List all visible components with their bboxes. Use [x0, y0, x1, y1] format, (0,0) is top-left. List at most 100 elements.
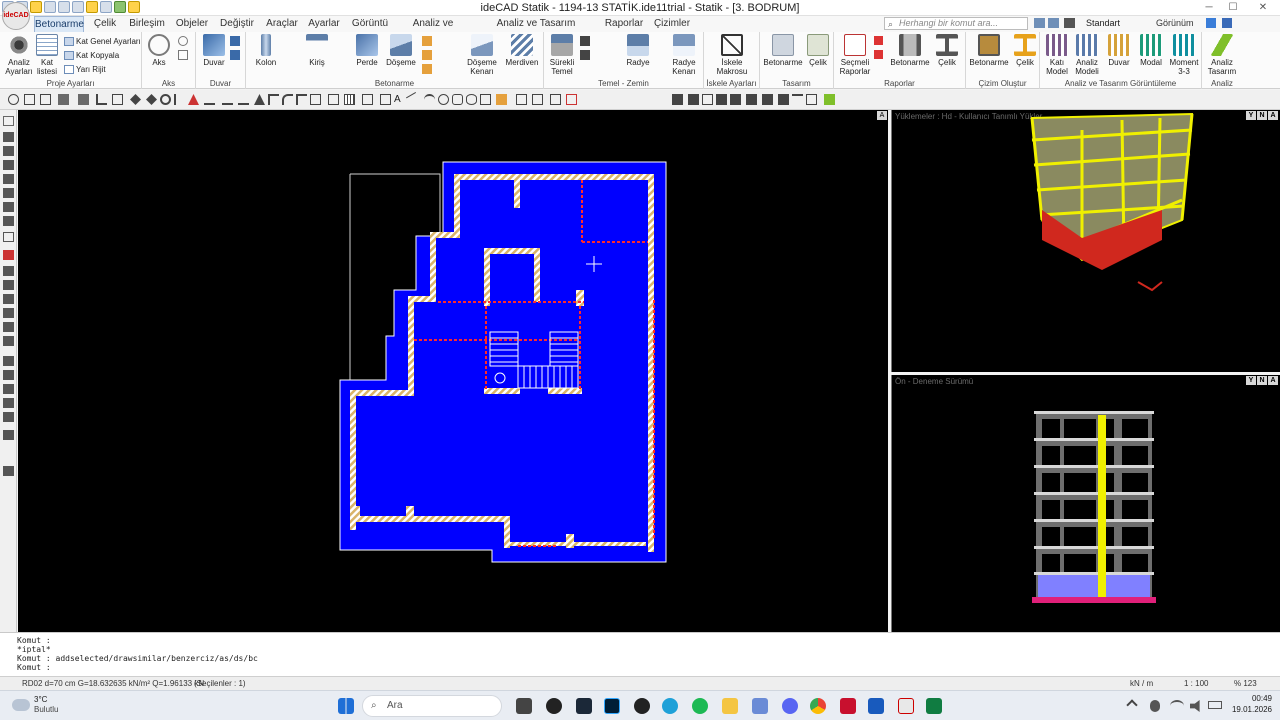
warning-icon[interactable] [188, 94, 199, 105]
windows-start-icon[interactable] [338, 698, 354, 714]
run-analysis-icon[interactable] [824, 94, 835, 105]
text-icon[interactable] [96, 94, 107, 105]
kat-genel-ayarlari-button[interactable]: Kat Genel Ayarları [64, 36, 141, 47]
wifi-icon[interactable] [1170, 700, 1184, 712]
acrobat-icon[interactable] [840, 698, 856, 714]
aks-button[interactable]: Aks [146, 34, 172, 67]
tool-dimension-icon[interactable] [3, 384, 14, 394]
floor-down-icon[interactable] [778, 94, 789, 105]
extend-icon[interactable] [222, 94, 233, 105]
zoom-extents-icon[interactable] [40, 94, 51, 105]
zoom-indicator[interactable]: % 123 [1234, 679, 1257, 688]
close-button[interactable]: ✕ [1252, 1, 1274, 14]
edge-icon[interactable] [662, 698, 678, 714]
tool-mirror-icon[interactable] [3, 174, 14, 184]
dimension-icon[interactable] [362, 94, 373, 105]
radye-kenari-button[interactable]: Radye Kenarı [668, 34, 700, 76]
analiz-ayarlari-button[interactable]: Analiz Ayarları [4, 34, 34, 76]
tool-copy-icon[interactable] [3, 146, 14, 156]
slab-hatch-icon[interactable] [422, 36, 432, 46]
crosshair-icon[interactable] [806, 94, 817, 105]
betonarme-cizim-button[interactable]: Betonarme [968, 34, 1010, 67]
tool-scale-icon[interactable] [3, 188, 14, 198]
pile-icon[interactable] [580, 36, 590, 46]
tool-camera-icon[interactable] [3, 430, 14, 440]
tab-cizimler[interactable]: Çizimler [652, 16, 692, 32]
info-icon[interactable] [1222, 18, 1232, 28]
tool-fillet-icon[interactable] [3, 322, 14, 332]
celik-tasarim-button[interactable]: Çelik [806, 34, 830, 67]
view-menu[interactable]: Görünüm [1156, 18, 1194, 28]
layer-window-icon[interactable] [702, 94, 713, 105]
tool-rotate-icon[interactable] [3, 160, 14, 170]
circle-icon[interactable] [438, 94, 449, 105]
move-icon[interactable] [130, 94, 141, 105]
wall-edit-icon[interactable] [230, 50, 240, 60]
select-icon[interactable] [112, 94, 123, 105]
celik-cizim-button[interactable]: Çelik [1012, 34, 1038, 67]
kolon-button[interactable]: Kolon [252, 34, 280, 67]
3d-viewport[interactable]: Yüklemeler : Hd - Kullanıcı Tanımlı Yükl… [891, 110, 1280, 372]
tab-celik[interactable]: Çelik [88, 16, 122, 32]
tool-trim-icon[interactable] [3, 216, 14, 226]
corner-icon[interactable] [268, 94, 279, 105]
idecad-icon[interactable] [898, 698, 914, 714]
tool-measure-icon[interactable] [3, 356, 14, 366]
command-prompt[interactable]: Komut : [17, 663, 51, 672]
rotate-icon[interactable] [160, 94, 171, 105]
tool-select-icon[interactable] [3, 116, 14, 126]
tool-chamfer-icon[interactable] [3, 336, 14, 346]
toolbar-settings-icon[interactable] [1034, 18, 1045, 28]
workspace-select[interactable]: Standart [1086, 18, 1120, 28]
section-icon[interactable] [532, 94, 543, 105]
rectangle-icon[interactable] [452, 94, 463, 105]
tab-araclar[interactable]: Araçlar [262, 16, 302, 32]
tab-degistir[interactable]: Değiştir [216, 16, 258, 32]
tab-goruntu[interactable]: Görüntü [350, 16, 390, 32]
wall-tool-icon[interactable] [230, 36, 240, 46]
ellipse-icon[interactable] [466, 94, 477, 105]
analiz-modeli-button[interactable]: Analiz Modeli [1072, 34, 1102, 76]
file-explorer-icon[interactable] [722, 698, 738, 714]
tool-binoculars-icon[interactable] [3, 466, 14, 476]
tray-chevron-icon[interactable] [1126, 699, 1138, 711]
pdf-icon[interactable] [874, 36, 883, 45]
volume-icon[interactable] [1190, 700, 1200, 712]
perde-button[interactable]: Perde [354, 34, 380, 67]
print-icon[interactable] [874, 50, 883, 59]
task-view-icon[interactable] [516, 698, 532, 714]
pencil-icon[interactable] [78, 94, 89, 105]
print-area-icon[interactable] [566, 94, 577, 105]
arc-icon[interactable] [282, 94, 293, 105]
app-logo[interactable]: ideCAD [2, 2, 30, 30]
region-icon[interactable] [480, 94, 491, 105]
command-search-input[interactable]: ⌕ Herhangi bir komut ara... [884, 17, 1028, 30]
lock-icon[interactable] [730, 94, 741, 105]
tool-align-icon[interactable] [3, 370, 14, 380]
clock-time[interactable]: 00:49 [1232, 694, 1272, 703]
unit-indicator[interactable]: kN / m [1130, 679, 1153, 688]
tool-extend-icon[interactable] [3, 308, 14, 318]
chamfer-icon[interactable] [296, 94, 307, 105]
plan-viewport[interactable]: A [18, 110, 888, 632]
tool-join-icon[interactable] [3, 280, 14, 290]
image-icon[interactable] [380, 94, 391, 105]
photoshop-icon[interactable] [604, 698, 620, 714]
doseme-kenari-button[interactable]: Döşeme Kenarı [466, 34, 498, 76]
help-icon[interactable] [1206, 18, 1216, 28]
polyline-icon[interactable] [424, 94, 435, 105]
offset-icon[interactable] [238, 94, 249, 105]
merdiven-button[interactable]: Merdiven [504, 34, 540, 67]
axis-rect-icon[interactable] [178, 50, 188, 60]
analiz-tasarim-button[interactable]: Analiz Tasarım [1204, 34, 1240, 76]
moment-button[interactable]: Moment 3-3 [1168, 34, 1200, 76]
excel-icon[interactable] [926, 698, 942, 714]
clock-date[interactable]: 19.01.2026 [1220, 705, 1272, 714]
copy-move-icon[interactable] [146, 94, 157, 105]
zoom-window-icon[interactable] [24, 94, 35, 105]
spotify-icon[interactable] [692, 698, 708, 714]
fillet-icon[interactable] [254, 94, 265, 105]
iskele-makrosu-button[interactable]: İskele Makrosu [710, 34, 754, 76]
maximize-button[interactable]: ☐ [1222, 1, 1244, 14]
axis-circle-icon[interactable] [178, 36, 188, 46]
